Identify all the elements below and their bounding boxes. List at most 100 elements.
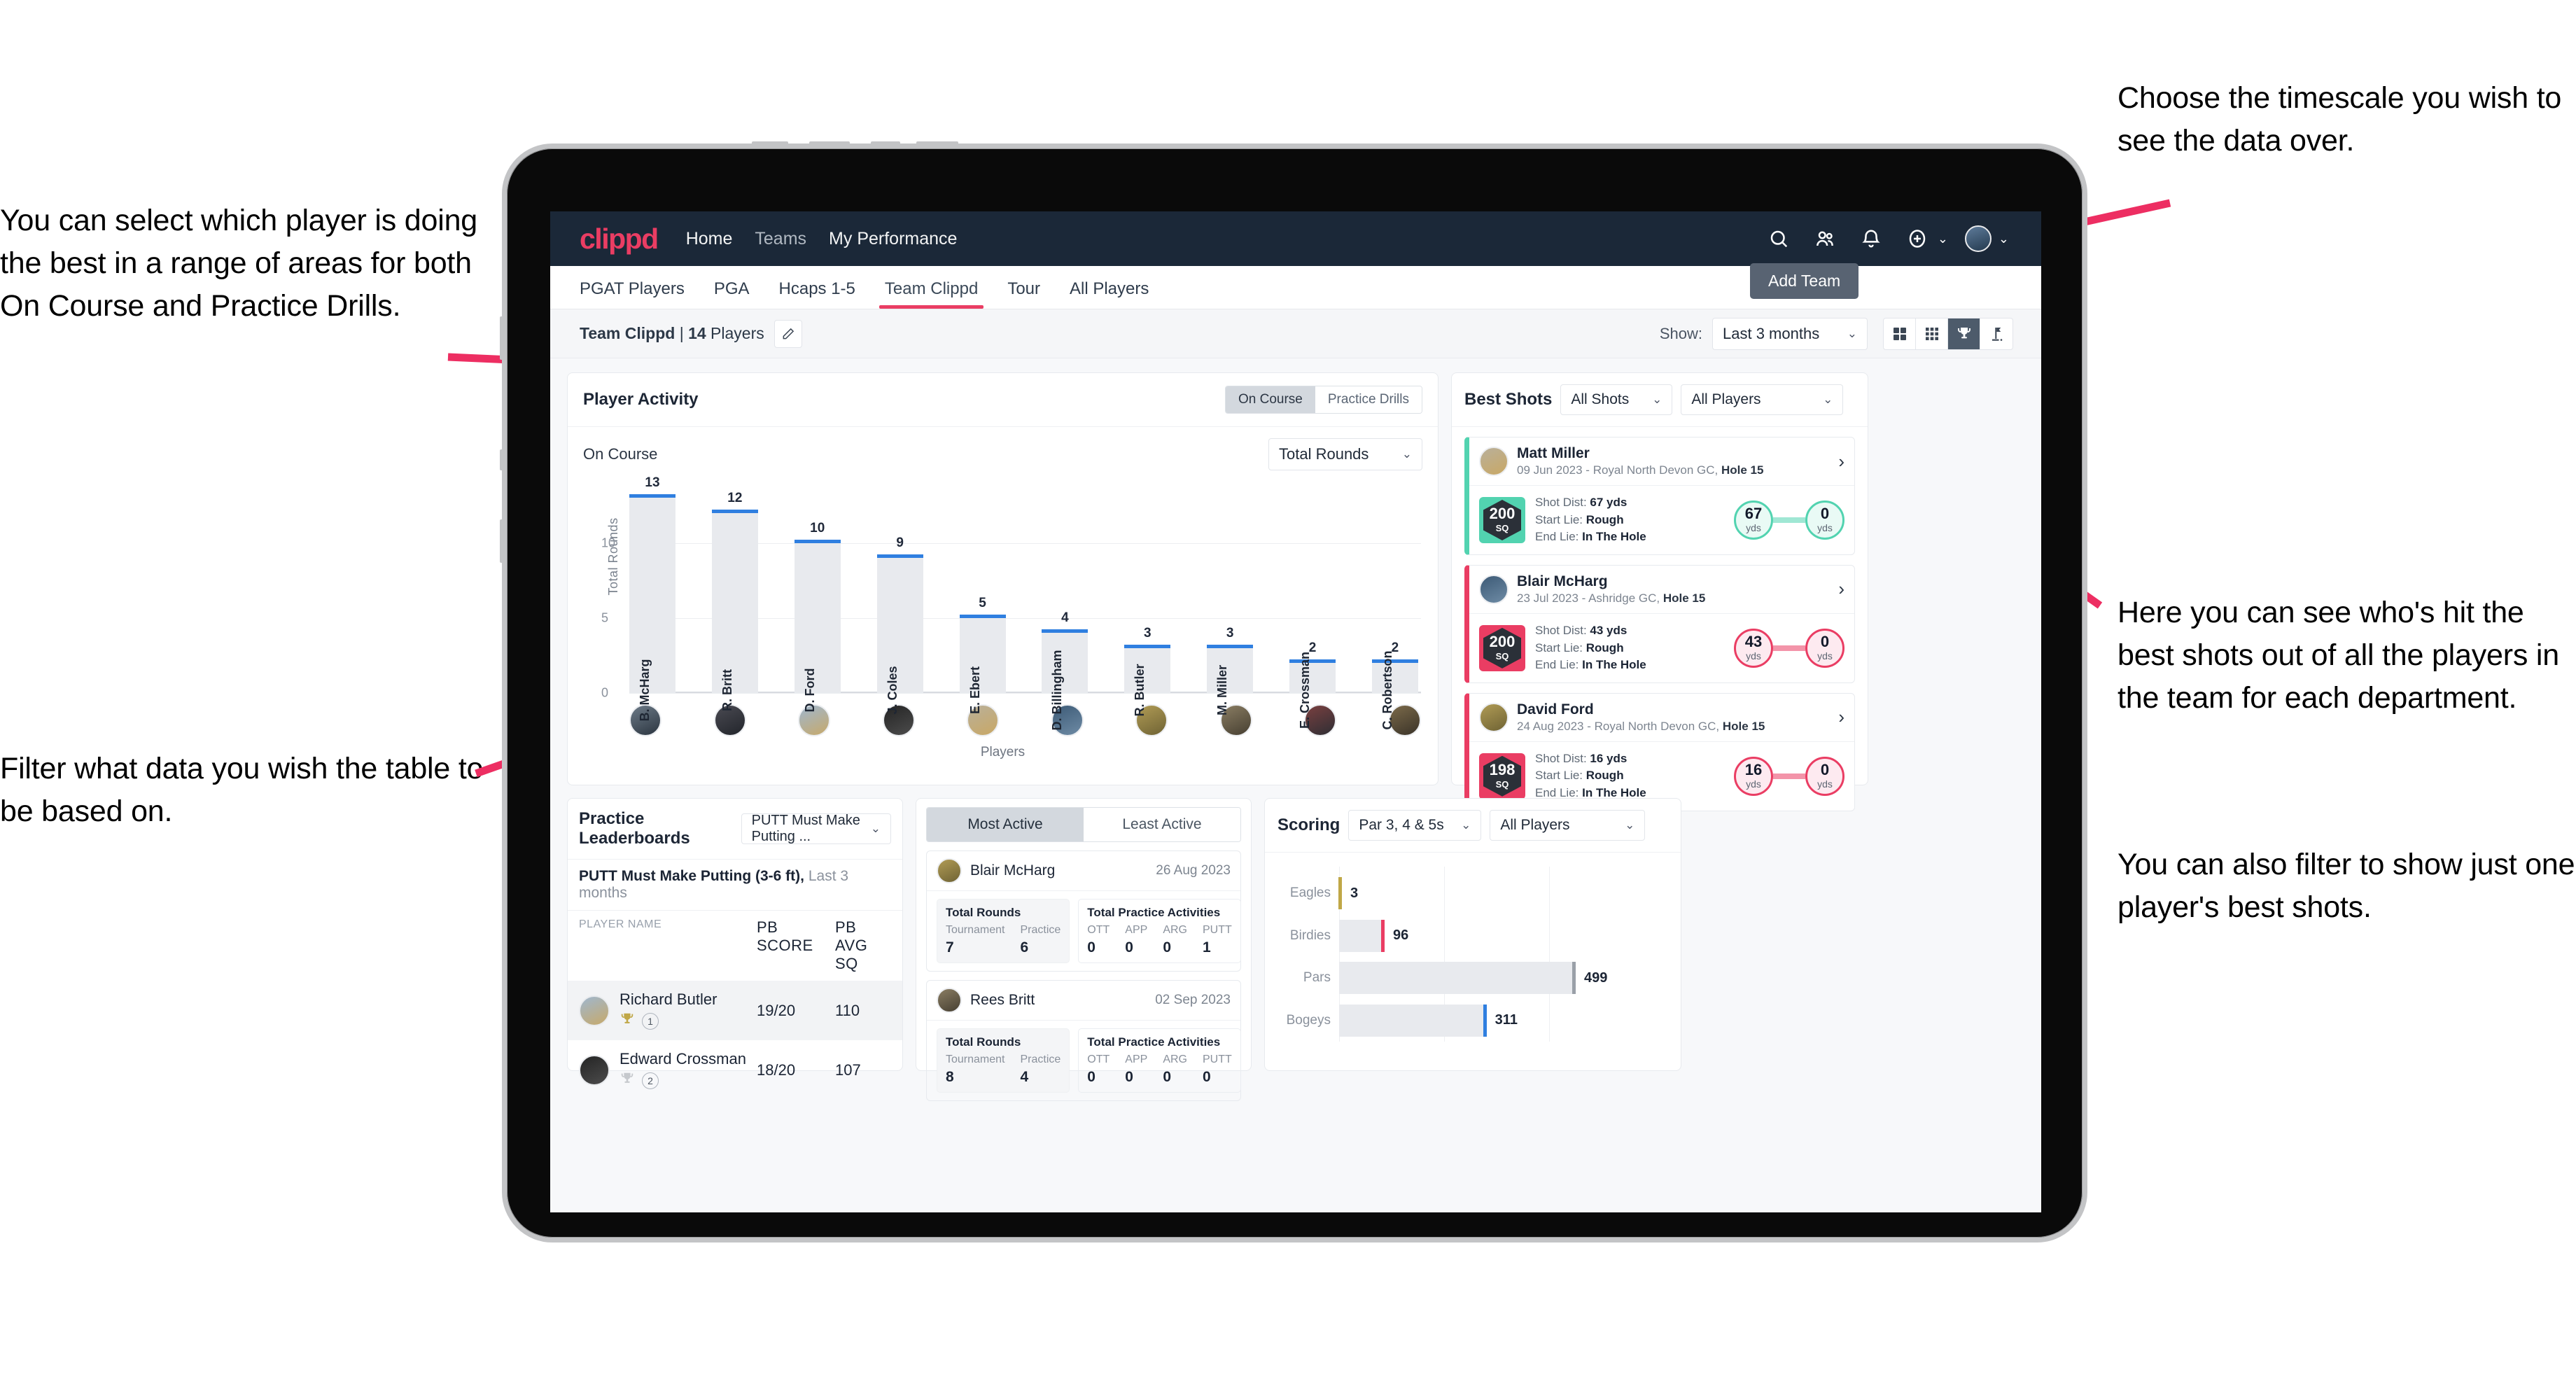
tab-all-players[interactable]: All Players [1070,279,1149,309]
activity-card-header: Blair McHarg 26 Aug 2023 [927,851,1240,891]
best-shots-list: Matt Miller 09 Jun 2023 - Royal North Dev… [1452,437,1868,811]
chart-bar[interactable]: E. Crossman [1289,652,1336,729]
nav-link-teams[interactable]: Teams [755,229,806,249]
trophy-icon[interactable] [1948,318,1980,349]
flag-icon[interactable] [1980,318,2012,349]
avatar [1479,574,1508,604]
chart-bar[interactable]: D. Ford [794,539,841,713]
chart-bar[interactable]: D. Billingham [1042,629,1088,731]
avatar[interactable] [1962,223,1994,255]
total-rounds-box: Total Rounds Tournament 7 Practice 6 [937,899,1070,963]
plus-circle-icon[interactable] [1901,223,1933,255]
scoring-bar[interactable] [1339,962,1576,995]
table-row[interactable]: Richard Butler 1 19/20 110 [568,981,902,1040]
chart-bar-group[interactable]: 3 R. Butler [1124,483,1171,717]
chart-bar-group[interactable]: 13 B. McHarg [629,475,676,722]
tab-hcaps-1-5[interactable]: Hcaps 1-5 [779,279,855,309]
scoring-bar-row[interactable]: Pars 499 [1278,962,1668,995]
chart-bar-value: 3 [1226,625,1234,640]
scoring-bar[interactable] [1338,877,1342,910]
grid-small-icon[interactable] [1916,318,1948,349]
chevron-down-icon: ⌄ [1823,393,1833,406]
trophy-icon [620,1011,635,1030]
team-separator: | [675,324,689,342]
scoring-bar[interactable] [1339,919,1385,952]
segment-on-course[interactable]: On Course [1226,386,1315,413]
chart-bar[interactable]: C. Robertson [1371,650,1418,730]
chart-bar[interactable]: B. McHarg [629,494,676,722]
people-icon[interactable] [1809,223,1841,255]
chart-bar-group[interactable]: 5 E. Ebert [959,483,1006,714]
chart-bar-group[interactable]: 12 R. Britt [711,483,758,711]
metric-select[interactable]: Total Rounds ⌄ [1268,438,1422,470]
best-shot-date-course: 09 Jun 2023 - Royal North Devon GC, [1517,463,1721,477]
scoring-bar[interactable] [1339,1004,1487,1037]
best-shot-card[interactable]: David Ford 24 Aug 2023 - Royal North Devo… [1464,692,1855,811]
tab-pga[interactable]: PGA [714,279,750,309]
avatar [1479,447,1508,476]
best-shot-date-course: 23 Jul 2023 - Ashridge GC, [1517,591,1663,605]
timescale-select[interactable]: Last 3 months ⌄ [1712,317,1868,350]
chart-bar-group[interactable]: 2 E. Crossman [1289,483,1336,729]
shot-dist-value: 43 yds [1590,623,1628,637]
end-distance-node: 0 yds [1805,756,1844,796]
start-lie-value: Rough [1586,512,1624,526]
best-shot-card[interactable]: Blair McHarg 23 Jul 2023 - Ashridge GC, H… [1464,564,1855,683]
grid-large-icon[interactable] [1884,318,1916,349]
end-distance-value: 0 [1820,761,1830,779]
tab-least-active[interactable]: Least Active [1084,808,1240,841]
shot-distance-line: Shot Dist: 43 yds [1535,622,1646,640]
player-badges: 2 [620,1071,757,1090]
player-name: Richard Butler [620,990,718,1008]
best-shot-card[interactable]: Matt Miller 09 Jun 2023 - Royal North Dev… [1464,437,1855,555]
chart-bar[interactable]: M. Miller [1207,644,1254,715]
chart-bar-group[interactable]: 3 M. Miller [1207,483,1254,715]
chart-bar[interactable]: E. Ebert [959,614,1006,714]
chart-bar-group[interactable]: 9 J. Coles [876,483,923,715]
chevron-down-icon: ⌄ [1625,818,1635,832]
device-button [916,141,958,147]
best-shot-meta: 09 Jun 2023 - Royal North Devon GC, Hole… [1517,463,1763,477]
scoring-bar-value: 499 [1584,969,1608,986]
table-row[interactable]: Edward Crossman 2 18/20 107 [568,1040,902,1100]
clippd-logo[interactable]: clippd [580,223,659,255]
scoring-bar-row[interactable]: Bogeys 311 [1278,1004,1668,1037]
shot-type-select[interactable]: All Shots ⌄ [1560,384,1673,415]
end-lie-label: End Lie: [1535,658,1583,672]
chart-bar[interactable]: R. Britt [711,509,758,711]
segment-practice-drills[interactable]: Practice Drills [1315,386,1422,413]
chart-bar[interactable]: R. Butler [1124,644,1171,717]
chevron-down-icon[interactable]: ⌄ [1998,232,2009,246]
tab-team-clippd[interactable]: Team Clippd [878,279,984,309]
chart-bar-group[interactable]: 4 D. Billingham [1042,483,1088,731]
sq-unit: SQ [1495,779,1509,790]
chevron-right-icon[interactable]: › [1838,451,1844,472]
par-select[interactable]: Par 3, 4 & 5s ⌄ [1348,810,1482,841]
chart-bar-label: R. Butler [1133,664,1147,717]
chevron-right-icon[interactable]: › [1838,706,1844,728]
chart-bar-group[interactable]: 10 D. Ford [794,483,841,713]
chart-bar[interactable]: J. Coles [876,554,923,715]
tab-pgat-players[interactable]: PGAT Players [580,279,685,309]
chevron-down-icon[interactable]: ⌄ [1938,232,1948,246]
scoring-player-select[interactable]: All Players ⌄ [1490,810,1646,841]
team-title: Team Clippd | 14 Players [580,324,764,343]
drill-select[interactable]: PUTT Must Make Putting ... ⌄ [741,813,891,844]
scoring-bar-row[interactable]: Eagles 3 [1278,877,1668,910]
bell-icon[interactable] [1855,223,1887,255]
activity-card-header: Rees Britt 02 Sep 2023 [927,981,1240,1021]
search-icon[interactable] [1763,223,1795,255]
scoring-bar-row[interactable]: Birdies 96 [1278,919,1668,952]
best-shots-player-select[interactable]: All Players ⌄ [1681,384,1844,415]
tab-most-active[interactable]: Most Active [927,808,1084,841]
nav-link-my-performance[interactable]: My Performance [829,229,957,249]
tab-tour[interactable]: Tour [1007,279,1040,309]
nav-link-home[interactable]: Home [686,229,733,249]
practice-stat: PUTT 1 [1202,924,1232,955]
edit-team-button[interactable] [774,319,802,348]
activity-card-item[interactable]: Rees Britt 02 Sep 2023 Total Rounds Tournam… [926,980,1241,1101]
column-player-name: PLAYER NAME [579,918,662,930]
chevron-right-icon[interactable]: › [1838,578,1844,600]
activity-card-item[interactable]: Blair McHarg 26 Aug 2023 Total Rounds Tourn… [926,850,1241,972]
chart-bar-group[interactable]: 2 C. Robertson [1371,483,1418,730]
